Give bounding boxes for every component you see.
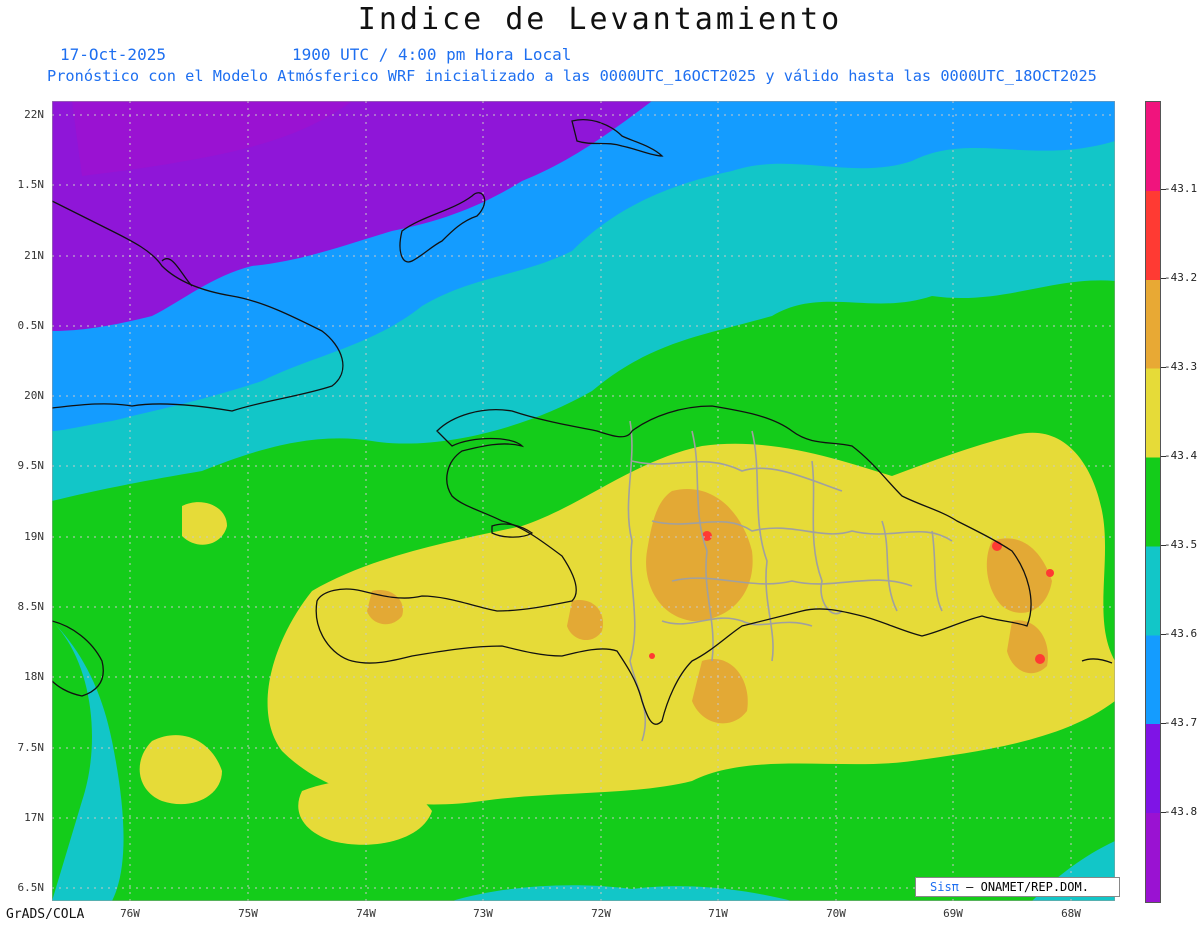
color-bar-label: -43.6 <box>1164 627 1198 640</box>
color-bar-label: -43.1 <box>1164 182 1198 195</box>
lifted-index-map <box>52 101 1115 901</box>
color-bar-label: -43.8 <box>1164 805 1198 818</box>
lon-label: 68W <box>1061 907 1081 920</box>
lat-label: 20N <box>24 389 44 402</box>
credit-text: – ONAMET/REP.DOM. <box>966 880 1089 894</box>
color-bar-label: -43.3 <box>1164 360 1198 373</box>
lat-label: 0.5N <box>17 319 45 332</box>
color-bar-label: -43.2 <box>1164 271 1198 284</box>
lon-label: 69W <box>943 907 963 920</box>
lon-label: 73W <box>473 907 493 920</box>
lon-label: 74W <box>356 907 376 920</box>
chart-title: Indice de Levantamiento <box>357 2 843 37</box>
lat-label: 17N <box>24 811 44 824</box>
lat-label: 18N <box>24 670 44 683</box>
field-red-4 <box>1035 654 1045 664</box>
color-bar-label: -43.5 <box>1164 538 1198 551</box>
lon-label: 75W <box>238 907 258 920</box>
color-bar <box>1145 101 1161 903</box>
lon-label: 71W <box>708 907 728 920</box>
field-red-5 <box>649 653 655 659</box>
field-red-3 <box>1046 569 1054 577</box>
lat-label: 6.5N <box>17 881 45 894</box>
credit-box: Sisπ – ONAMET/REP.DOM. <box>915 877 1120 897</box>
sispi-logo: Sisπ <box>930 880 959 894</box>
lon-label: 76W <box>120 907 140 920</box>
lat-label: 22N <box>24 108 44 121</box>
forecast-description: Pronóstico con el Modelo Atmósferico WRF… <box>47 67 1097 85</box>
lon-label: 72W <box>591 907 611 920</box>
lat-label: 1.5N <box>17 178 45 191</box>
forecast-date: 17-Oct-2025 <box>60 45 166 64</box>
lon-label: 70W <box>826 907 846 920</box>
lat-label: 19N <box>24 530 44 543</box>
color-bar-label: -43.4 <box>1164 449 1198 462</box>
lat-label: 9.5N <box>17 459 45 472</box>
forecast-time: 1900 UTC / 4:00 pm Hora Local <box>292 45 572 64</box>
software-credit: GrADS/COLA <box>6 907 85 922</box>
color-bar-label: -43.7 <box>1164 716 1198 729</box>
lat-label: 8.5N <box>17 600 45 613</box>
lat-label: 21N <box>24 249 44 262</box>
lat-label: 7.5N <box>17 741 45 754</box>
